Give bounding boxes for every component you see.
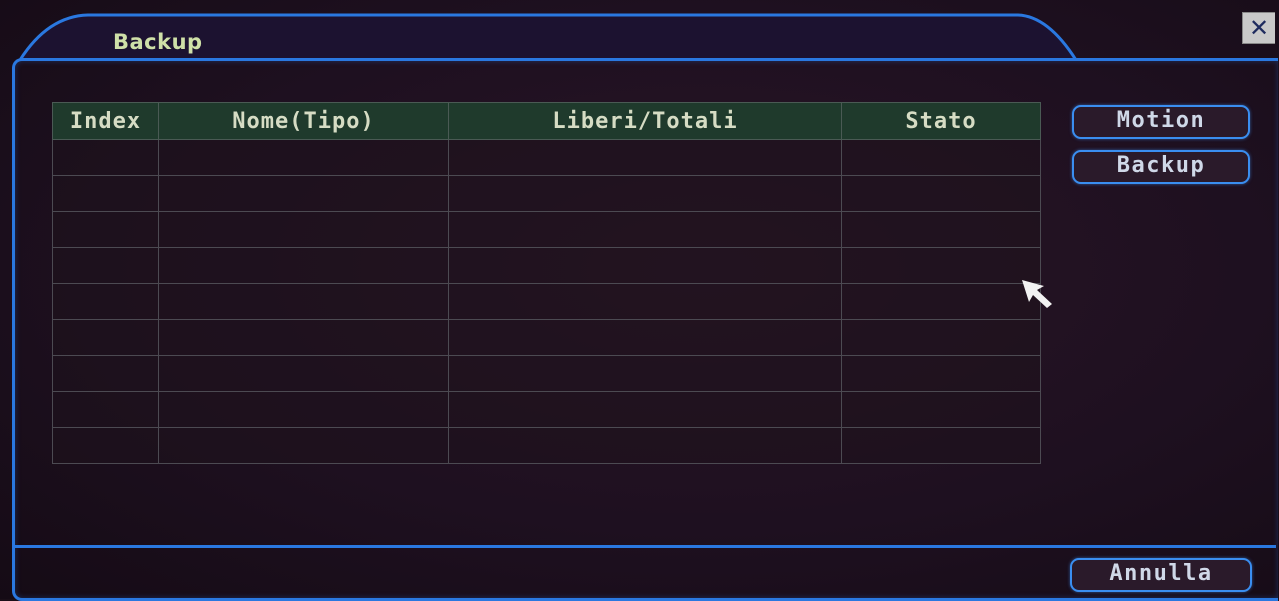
column-header-name: Nome(Tipo) [158,102,449,140]
table-cell [52,211,159,248]
table-cell [52,319,159,356]
cancel-button[interactable]: Annulla [1070,558,1252,592]
table-cell [448,175,842,212]
table-row[interactable] [52,427,1041,464]
window-title: Backup [113,30,203,54]
table-row[interactable] [52,175,1041,212]
backup-dialog: Backup ✕ Index Nome(Tipo) Liberi/Totali … [0,0,1279,601]
table-cell [448,139,842,176]
table-cell [158,211,449,248]
column-header-status: Stato [841,102,1041,140]
table-cell [841,247,1041,284]
table-cell [841,355,1041,392]
table-row[interactable] [52,283,1041,320]
table-cell [158,355,449,392]
table-cell [158,427,449,464]
table-cell [158,175,449,212]
table-row[interactable] [52,355,1041,392]
table-cell [158,283,449,320]
title-tab: Backup [18,12,1078,62]
table-row[interactable] [52,211,1041,248]
mouse-pointer-icon [1022,280,1052,308]
table-cell [841,319,1041,356]
bottom-divider [14,545,1276,548]
table-cell [448,283,842,320]
table-header-row: Index Nome(Tipo) Liberi/Totali Stato [52,102,1041,140]
table-cell [158,247,449,284]
table-cell [158,139,449,176]
table-row[interactable] [52,139,1041,176]
table-row[interactable] [52,391,1041,428]
column-header-index: Index [52,102,159,140]
table-cell [52,175,159,212]
table-cell [841,283,1041,320]
table-cell [52,391,159,428]
backup-button[interactable]: Backup [1072,150,1250,184]
table-cell [52,283,159,320]
table-cell [841,139,1041,176]
table-cell [52,355,159,392]
table-cell [448,247,842,284]
table-cell [52,139,159,176]
motion-button[interactable]: Motion [1072,105,1250,139]
table-cell [448,391,842,428]
device-table: Index Nome(Tipo) Liberi/Totali Stato [52,102,1041,464]
table-cell [448,427,842,464]
table-row[interactable] [52,319,1041,356]
table-cell [448,319,842,356]
table-cell [841,427,1041,464]
table-cell [158,391,449,428]
table-cell [158,319,449,356]
table-cell [841,211,1041,248]
close-button[interactable]: ✕ [1242,12,1275,44]
table-cell [448,211,842,248]
table-cell [448,355,842,392]
column-header-free-total: Liberi/Totali [448,102,842,140]
table-cell [841,391,1041,428]
table-cell [52,427,159,464]
table-cell [52,247,159,284]
table-cell [841,175,1041,212]
table-row[interactable] [52,247,1041,284]
